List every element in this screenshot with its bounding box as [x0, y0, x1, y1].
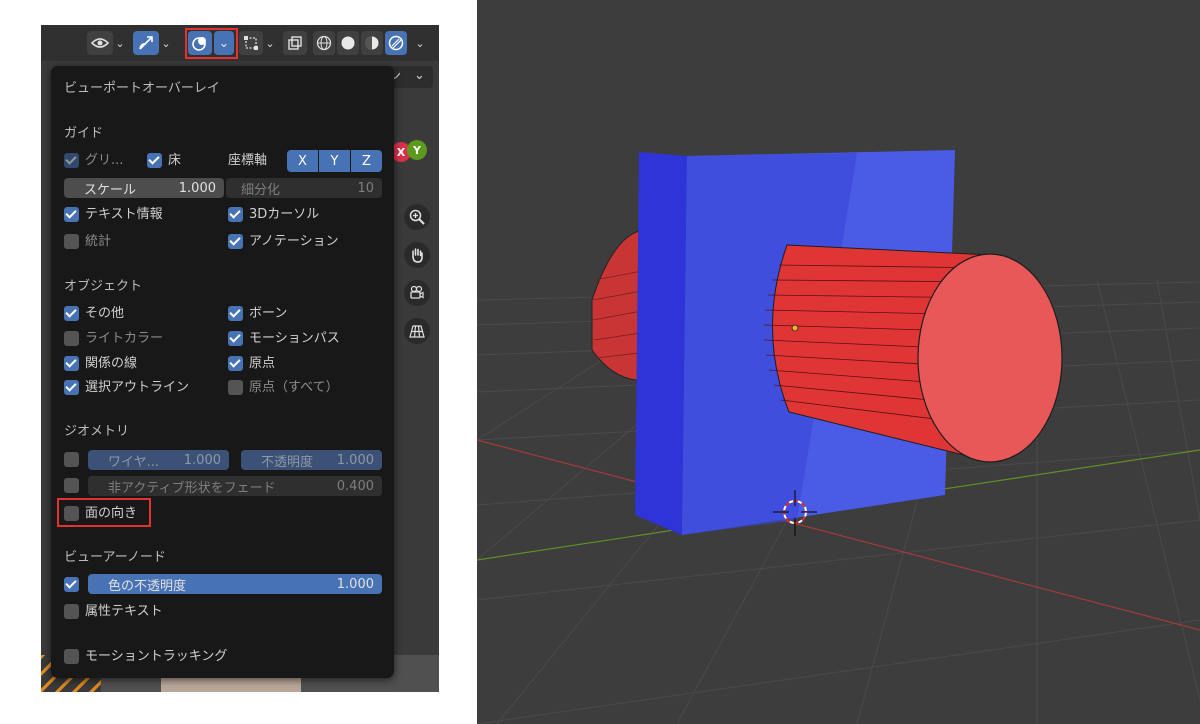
mesh-edit-overlay-icon[interactable]: [239, 31, 263, 55]
motion-tracking-label: モーショントラッキング: [85, 649, 228, 664]
3d-cursor-label: 3Dカーソル: [249, 207, 320, 222]
color-opacity-label: 色の不透明度: [108, 578, 187, 594]
axis-x-label: X: [298, 153, 307, 169]
light-colors-checkbox[interactable]: [64, 331, 79, 346]
wireframe-label: ワイヤ...: [108, 454, 160, 470]
fade-inactive-field[interactable]: 非アクティブ形状をフェード 0.400: [88, 476, 382, 496]
grid-subdivisions-value: 10: [357, 180, 374, 196]
origins-label: 原点: [249, 356, 276, 371]
wireframe-threshold-field[interactable]: ワイヤ... 1.000: [88, 450, 229, 470]
relationship-lines-label: 関係の線: [85, 356, 138, 371]
wireframe-opacity-label: 不透明度: [261, 454, 314, 470]
fade-inactive-checkbox[interactable]: [64, 478, 79, 493]
outline-selected-label: 選択アウトライン: [85, 380, 190, 395]
grid-label: グリ...: [85, 153, 124, 168]
camera-view-icon[interactable]: [404, 280, 430, 306]
extras-checkbox[interactable]: [64, 306, 79, 321]
3d-cursor-checkbox[interactable]: [228, 207, 243, 222]
bones-label: ボーン: [249, 306, 288, 321]
visibility-eye-icon[interactable]: [87, 31, 113, 55]
motion-paths-checkbox[interactable]: [228, 331, 243, 346]
wireframe-checkbox[interactable]: [64, 452, 79, 467]
wireframe-opacity-value: 1.000: [336, 452, 374, 468]
extras-label: その他: [85, 306, 125, 321]
annotations-checkbox[interactable]: [228, 234, 243, 249]
axis-y-toggle[interactable]: Y: [319, 150, 350, 172]
grid-scale-field[interactable]: スケール 1.000: [64, 178, 224, 198]
text-info-checkbox[interactable]: [64, 207, 79, 222]
axis-x-toggle[interactable]: X: [287, 150, 318, 172]
axis-z-toggle[interactable]: Z: [351, 150, 382, 172]
bones-checkbox[interactable]: [228, 306, 243, 321]
box-side-face: [635, 152, 687, 535]
motion-tracking-checkbox[interactable]: [64, 649, 79, 664]
face-orientation-highlight: [57, 498, 151, 527]
overlay-screenshot: ⌄ ⌄ ⌄ ⌄ ⌄ ン ⌄ X Y ビューポートオーバーレイ ガイド グリ...…: [41, 25, 439, 692]
light-colors-label: ライトカラー: [85, 331, 164, 346]
pan-hand-icon[interactable]: [404, 242, 430, 268]
chevron-down-icon[interactable]: ⌄: [113, 31, 127, 55]
chevron-down-icon[interactable]: ⌄: [159, 31, 173, 55]
gizmo-y-axis[interactable]: Y: [407, 140, 427, 160]
chevron-down-icon[interactable]: ⌄: [263, 31, 277, 55]
origins-all-label: 原点（すべて）: [249, 380, 339, 395]
perspective-grid-icon[interactable]: [404, 318, 430, 344]
grid-scale-value: 1.000: [178, 180, 216, 196]
xray-toggle-icon[interactable]: [283, 31, 307, 55]
grid-scale-label: スケール: [84, 182, 137, 198]
relationship-lines-checkbox[interactable]: [64, 356, 79, 371]
chevron-down-icon[interactable]: ⌄: [413, 31, 427, 55]
fade-inactive-value: 0.400: [336, 478, 374, 494]
wireframe-opacity-field[interactable]: 不透明度 1.000: [241, 450, 382, 470]
object-origin-dot: [791, 324, 799, 332]
axis-z-label: Z: [362, 153, 371, 169]
floor-checkbox[interactable]: [147, 153, 162, 168]
statistics-checkbox[interactable]: [64, 234, 79, 249]
grid-checkbox[interactable]: [64, 153, 79, 168]
axis-y-label: Y: [330, 153, 339, 169]
section-header-viewer-node: ビューアーノード: [64, 550, 166, 565]
attribute-text-checkbox[interactable]: [64, 604, 79, 619]
section-header-geometry: ジオメトリ: [64, 424, 130, 439]
annotations-label: アノテーション: [249, 234, 339, 249]
gizmo-y-label: Y: [413, 143, 421, 157]
overlays-button-highlight: [185, 28, 238, 59]
viewport-header-toolbar: ⌄ ⌄ ⌄ ⌄ ⌄: [41, 25, 439, 61]
origins-checkbox[interactable]: [228, 356, 243, 371]
viewport-overlays-popover: ビューポートオーバーレイ ガイド グリ... 床 座標軸 X Y Z スケール …: [51, 66, 394, 678]
solid-shading-icon[interactable]: [337, 31, 359, 55]
rendered-shading-icon[interactable]: [385, 31, 407, 55]
text-info-label: テキスト情報: [85, 207, 163, 222]
section-header-objects: オブジェクト: [64, 279, 143, 294]
attribute-text-label: 属性テキスト: [85, 604, 163, 619]
color-opacity-field[interactable]: 色の不透明度 1.000: [88, 574, 382, 594]
gizmo-x-label: X: [396, 145, 406, 159]
grid-subdivisions-field[interactable]: 細分化 10: [226, 178, 382, 198]
gizmo-toggle-icon[interactable]: [133, 31, 159, 55]
fade-inactive-label: 非アクティブ形状をフェード: [108, 480, 276, 496]
axes-label: 座標軸: [228, 153, 268, 168]
wireframe-shading-icon[interactable]: [313, 31, 335, 55]
outline-selected-checkbox[interactable]: [64, 380, 79, 395]
cylinder-front-cap: [917, 253, 1063, 463]
wireframe-value: 1.000: [183, 452, 221, 468]
section-header-guides: ガイド: [64, 126, 104, 141]
color-opacity-value: 1.000: [336, 576, 374, 592]
viewport-scene: [477, 150, 1200, 724]
material-preview-shading-icon[interactable]: [361, 31, 383, 55]
viewer-node-checkbox[interactable]: [64, 577, 79, 592]
chevron-down-icon: ⌄: [414, 68, 425, 83]
zoom-icon[interactable]: [404, 204, 430, 230]
motion-paths-label: モーションパス: [249, 331, 340, 346]
3d-viewport[interactable]: [477, 0, 1200, 724]
floor-label: 床: [168, 153, 182, 168]
grid-subdivisions-label: 細分化: [241, 182, 281, 198]
statistics-label: 統計: [85, 234, 112, 249]
origins-all-checkbox[interactable]: [228, 380, 243, 395]
popup-title: ビューポートオーバーレイ: [64, 81, 220, 96]
